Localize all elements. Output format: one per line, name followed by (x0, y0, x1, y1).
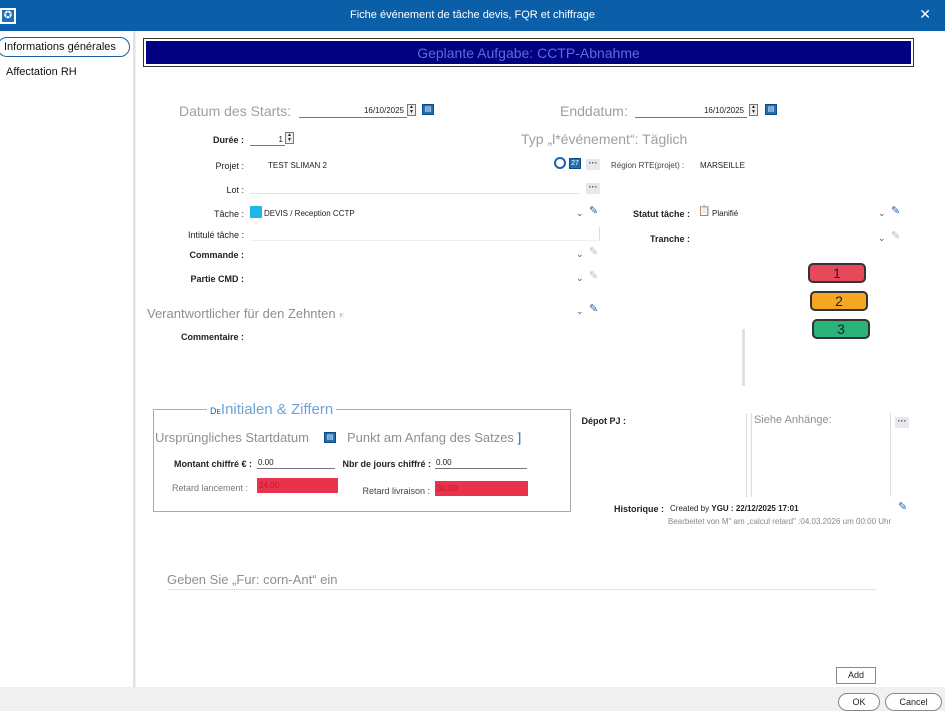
sidebar-item-informations-generales[interactable]: Informations générales (0, 37, 130, 57)
intitule-label: Intitulé tâche : (187, 230, 244, 240)
comment-input-placeholder: Geben Sie „Fur: corn-Ant“ ein (167, 572, 338, 587)
task-header: Geplante Aufgabe: CCTP-Abnahme (143, 38, 914, 67)
main-panel: Geplante Aufgabe: CCTP-Abnahme Datum des… (136, 31, 945, 687)
start-date-field[interactable]: 16/10/2025 (299, 103, 407, 118)
duree-label: Durée : (212, 135, 244, 145)
jours-value: 0.00 (436, 458, 452, 467)
orig-start-label: Ursprüngliches Startdatum (155, 430, 309, 445)
depot-pj-area[interactable] (630, 413, 747, 497)
task-color-swatch (250, 206, 262, 218)
event-type-label: Typ „l*événement“: Täglich (521, 131, 688, 147)
duree-spinner-icon[interactable]: ▲ ▼ (285, 132, 294, 144)
sidebar: Informations générales Affectation RH (0, 31, 135, 687)
montant-label: Montant chiffré € : (174, 459, 252, 469)
region-label: Région RTE(projet) : (611, 161, 685, 170)
retard-livraison-value: 30.00 (437, 484, 458, 493)
lot-more-dots-icon[interactable]: ··· (586, 183, 600, 194)
end-date-spinner-icon[interactable]: ▲ ▼ (749, 104, 758, 116)
projet-label: Projet : (215, 161, 244, 171)
priority-1-label: 1 (833, 265, 841, 281)
statut-value: Planifié (712, 209, 739, 218)
priority-2-label: 2 (835, 293, 843, 309)
siehe-anhange-area[interactable]: Siehe Anhänge: (751, 413, 891, 497)
retard-livraison-label: Retard livraison : (362, 486, 430, 496)
window-title: Fiche événement de tâche devis, FQR et c… (350, 9, 595, 21)
orig-start-calendar-icon[interactable]: ▤ (324, 432, 336, 443)
tranche-pen-icon[interactable]: ✎ (891, 229, 900, 242)
zehnten-chevron-down-icon[interactable]: ⌄ (576, 306, 584, 317)
punkt-label: Punkt am Anfang des Satzes ] (347, 430, 522, 445)
retard-lancement-value: 24.00 (259, 481, 280, 490)
siehe-anhange-label: Siehe Anhänge: (754, 414, 832, 426)
end-date-field[interactable]: 16/10/2025 (635, 103, 747, 118)
historique-created: Created by YGU : 22/12/2025 17:01 (670, 504, 799, 513)
title-bar: ✪ Fiche événement de tâche devis, FQR et… (0, 0, 945, 31)
end-calendar-icon[interactable]: ▤ (765, 104, 777, 115)
cancel-button[interactable]: Cancel (885, 693, 942, 711)
start-date-spinner-icon[interactable]: ▲ ▼ (407, 104, 416, 116)
tache-chevron-down-icon[interactable]: ⌄ (576, 208, 584, 219)
historique-edited: Bearbeitet von M" am „calcul retard" :04… (668, 517, 892, 526)
zehnten-pen-icon[interactable]: ✎ (589, 302, 598, 315)
start-calendar-icon[interactable]: ▤ (422, 104, 434, 115)
attachments-more-dots-icon[interactable]: ··· (895, 417, 909, 428)
commande-label: Commande : (189, 250, 244, 260)
duree-field[interactable]: 1 (250, 132, 285, 146)
lot-label: Lot : (226, 185, 244, 195)
region-value: MARSEILLE (700, 161, 745, 170)
status-planned-icon: 📋 (698, 206, 711, 217)
statut-chevron-down-icon[interactable]: ⌄ (878, 208, 886, 219)
priority-badge-2[interactable]: 2 (810, 291, 868, 311)
jours-label: Nbr de jours chiffré : (342, 459, 431, 469)
task-header-title: Geplante Aufgabe: CCTP-Abnahme (146, 41, 911, 64)
commentaire-textarea[interactable] (250, 329, 745, 386)
end-date-value: 16/10/2025 (703, 106, 744, 115)
tranche-chevron-down-icon[interactable]: ⌄ (878, 233, 886, 244)
commande-chevron-down-icon[interactable]: ⌄ (576, 249, 584, 260)
commande-pen-icon[interactable]: ✎ (589, 245, 598, 258)
add-button[interactable]: Add (836, 667, 876, 684)
tranche-label: Tranche : (649, 234, 690, 244)
lot-field[interactable] (250, 193, 580, 194)
start-date-value: 16/10/2025 (363, 106, 404, 115)
montant-value: 0.00 (258, 458, 274, 467)
historique-pen-icon[interactable]: ✎ (898, 500, 907, 513)
comment-input[interactable]: Geben Sie „Fur: corn-Ant“ ein (167, 572, 877, 590)
priority-3-label: 3 (837, 321, 845, 337)
zehnten-label: Verantwortlicher für den Zehnten !ᶜ (147, 306, 344, 321)
intitule-input[interactable] (250, 227, 600, 241)
projet-value: TEST SLIMAN 2 (268, 161, 327, 170)
group-legend: DᴇInitialen & Ziffern (207, 401, 337, 418)
partie-pen-icon[interactable]: ✎ (589, 269, 598, 282)
projet-more-dots-icon[interactable]: ··· (586, 159, 600, 170)
commentaire-label: Commentaire : (180, 332, 244, 342)
start-date-label: Datum des Starts: (179, 103, 292, 119)
priority-badge-1[interactable]: 1 (808, 263, 866, 283)
statut-pen-icon[interactable]: ✎ (891, 204, 900, 217)
tache-pen-icon[interactable]: ✎ (589, 204, 598, 217)
statut-label: Statut tâche : (632, 209, 690, 219)
priority-badge-3[interactable]: 3 (812, 319, 870, 339)
projet-calendar-icon[interactable]: 27 (569, 158, 581, 169)
sidebar-item-affectation-rh[interactable]: Affectation RH (0, 63, 83, 81)
montant-field[interactable]: 0.00 (257, 456, 335, 469)
tache-label: Tâche : (213, 209, 244, 219)
depot-pj-label: Dépot PJ : (581, 416, 626, 426)
tache-value: DEVIS / Reception CCTP (264, 209, 355, 218)
radio-icon[interactable] (554, 157, 566, 169)
duree-value: 1 (278, 135, 283, 144)
retard-lancement-label: Retard lancement : (171, 483, 248, 493)
jours-field[interactable]: 0.00 (435, 456, 527, 469)
ok-button[interactable]: OK (838, 693, 880, 711)
partie-chevron-down-icon[interactable]: ⌄ (576, 273, 584, 284)
retard-lancement-field: 24.00 (257, 478, 338, 493)
historique-label: Historique : (613, 504, 664, 514)
end-date-label: Enddatum: (560, 103, 628, 119)
partie-cmd-label: Partie CMD : (190, 274, 244, 284)
close-icon[interactable]: ✕ (919, 6, 931, 23)
retard-livraison-field: 30.00 (435, 481, 528, 496)
